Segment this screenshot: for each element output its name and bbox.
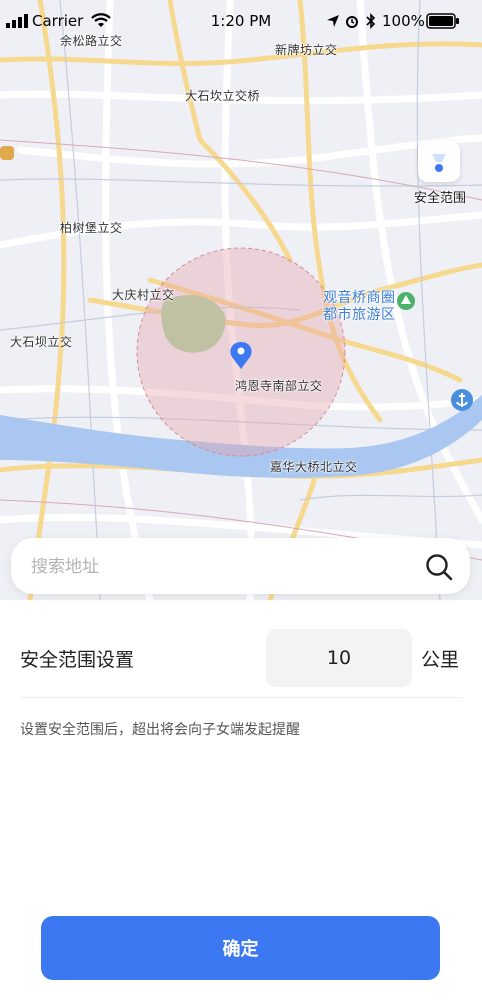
- map-label: 大庆村立交: [112, 288, 175, 302]
- safe-range-label[interactable]: 安全范围: [405, 187, 475, 206]
- map-view[interactable]: 余松路立交 新牌坊立交 大石坎立交桥 柏树堡立交 大庆村立交 大石坝立交 观音桥…: [0, 0, 482, 600]
- poi-anchor-icon: [451, 389, 473, 411]
- safe-range-button[interactable]: [418, 140, 460, 182]
- range-hint-text: 设置安全范围后，超出将会向子女端发起提醒: [20, 722, 300, 738]
- search-icon[interactable]: [424, 552, 454, 582]
- map-label: 大石坎立交桥: [185, 89, 261, 103]
- range-distance-input[interactable]: [266, 629, 412, 687]
- safe-range-setting-label: 安全范围设置: [20, 649, 135, 671]
- funnel-pin-icon: [432, 154, 446, 172]
- battery-icon: [426, 13, 459, 29]
- location-arrow-icon: [327, 15, 339, 27]
- map-label: 观音桥商圈: [323, 290, 396, 306]
- poi-edge-icon: [0, 146, 14, 160]
- map-label: 大石坝立交: [10, 335, 73, 349]
- range-unit-label: 公里: [421, 649, 460, 671]
- poi-park-icon: [397, 292, 415, 310]
- map-label: 鸿恩寺南部立交: [235, 379, 323, 393]
- alarm-icon: [346, 16, 358, 28]
- confirm-button[interactable]: 确定: [41, 916, 440, 980]
- status-bar: Carrier 1:20 PM 100%: [0, 0, 482, 42]
- map-label: 都市旅游区: [323, 307, 396, 323]
- map-label: 柏树堡立交: [60, 221, 123, 235]
- divider: [20, 697, 463, 698]
- map-label: 嘉华大桥北立交: [270, 460, 358, 474]
- search-bar[interactable]: [11, 538, 470, 594]
- bluetooth-icon: [366, 13, 376, 29]
- battery-percent: 100%: [382, 12, 425, 30]
- map-label: 新牌坊立交: [275, 43, 338, 57]
- search-input[interactable]: [29, 552, 413, 582]
